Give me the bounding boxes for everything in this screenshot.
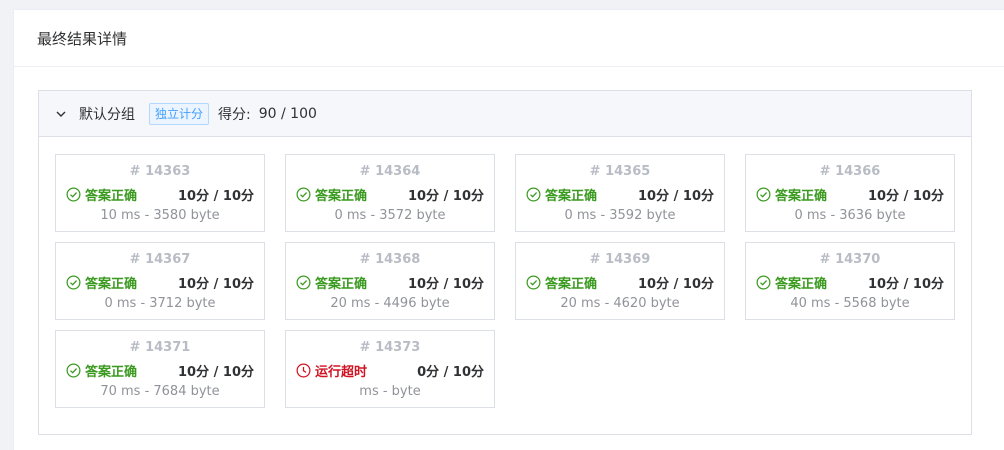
test-case-id: # 14367 xyxy=(129,252,191,267)
panel-header: 最终结果详情 xyxy=(14,10,1004,67)
chevron-down-icon[interactable] xyxy=(54,107,68,121)
test-case-meta: 20 ms - 4496 byte xyxy=(330,296,450,311)
test-case-card: # 14368 答案正确 10分 / 10分 20 ms - 4496 byte xyxy=(285,242,495,320)
test-case-id: # 14371 xyxy=(129,340,191,355)
check-circle-icon xyxy=(66,187,81,202)
test-case-status: 答案正确 xyxy=(296,185,367,204)
test-case-status: 答案正确 xyxy=(526,185,597,204)
test-case-id: # 14363 xyxy=(129,164,191,179)
test-case-status: 答案正确 xyxy=(66,185,137,204)
test-case-card: # 14365 答案正确 10分 / 10分 0 ms - 3592 byte xyxy=(515,154,725,232)
score-label: 得分: xyxy=(218,106,251,123)
test-case-status-label: 答案正确 xyxy=(85,277,138,292)
test-case-card: # 14364 答案正确 10分 / 10分 0 ms - 3572 byte xyxy=(285,154,495,232)
group-name: 默认分组 xyxy=(79,106,135,123)
test-case-status: 答案正确 xyxy=(66,273,137,292)
test-case-score: 10分 / 10分 xyxy=(868,277,944,292)
test-case-meta: 0 ms - 3636 byte xyxy=(794,208,906,223)
test-case-meta: 0 ms - 3572 byte xyxy=(334,208,446,223)
test-case-card: # 14371 答案正确 10分 / 10分 70 ms - 7684 byte xyxy=(55,330,265,408)
test-case-card: # 14367 答案正确 10分 / 10分 0 ms - 3712 byte xyxy=(55,242,265,320)
test-case-score: 10分 / 10分 xyxy=(638,277,714,292)
test-case-status-label: 答案正确 xyxy=(545,189,598,204)
check-circle-icon xyxy=(756,187,771,202)
test-case-status: 答案正确 xyxy=(526,273,597,292)
test-case-status-label: 答案正确 xyxy=(85,365,138,380)
test-case-status: 答案正确 xyxy=(296,273,367,292)
check-circle-icon xyxy=(66,363,81,378)
test-case-card: # 14370 答案正确 10分 / 10分 40 ms - 5568 byte xyxy=(745,242,955,320)
test-case-meta: 70 ms - 7684 byte xyxy=(100,384,220,399)
test-case-meta: 40 ms - 5568 byte xyxy=(790,296,910,311)
test-case-id: # 14369 xyxy=(589,252,651,267)
test-case-card: # 14363 答案正确 10分 / 10分 10 ms - 3580 byte xyxy=(55,154,265,232)
group-collapse: 默认分组 独立计分 得分: 90 / 100 # 14363 答案正确 10分 / … xyxy=(38,90,972,435)
test-case-score: 10分 / 10分 xyxy=(638,189,714,204)
test-case-score: 0分 / 10分 xyxy=(417,365,484,380)
test-case-meta: 0 ms - 3712 byte xyxy=(104,296,216,311)
test-case-status-label: 答案正确 xyxy=(315,277,368,292)
test-case-status-label: 答案正确 xyxy=(545,277,598,292)
test-case-status: 答案正确 xyxy=(66,361,137,380)
test-case-status-label: 答案正确 xyxy=(85,189,138,204)
test-case-id: # 14368 xyxy=(359,252,421,267)
test-case-meta: 10 ms - 3580 byte xyxy=(100,208,220,223)
check-circle-icon xyxy=(296,275,311,290)
test-case-score: 10分 / 10分 xyxy=(868,189,944,204)
test-case-status-label: 答案正确 xyxy=(315,189,368,204)
test-case-card: # 14373 运行超时 0分 / 10分 ms - byte xyxy=(285,330,495,408)
test-case-score: 10分 / 10分 xyxy=(408,189,484,204)
check-circle-icon xyxy=(756,275,771,290)
test-case-score: 10分 / 10分 xyxy=(408,277,484,292)
test-case-score: 10分 / 10分 xyxy=(178,277,254,292)
test-case-status-label: 答案正确 xyxy=(775,189,828,204)
scoring-mode-tag: 独立计分 xyxy=(149,102,210,125)
test-case-status: 答案正确 xyxy=(756,273,827,292)
test-case-meta: 20 ms - 4620 byte xyxy=(560,296,680,311)
test-case-meta: ms - byte xyxy=(359,384,421,399)
score-value: 90 / 100 xyxy=(258,105,317,122)
check-circle-icon xyxy=(526,187,541,202)
test-case-score: 10分 / 10分 xyxy=(178,189,254,204)
test-case-status: 运行超时 xyxy=(296,361,367,380)
test-case-id: # 14365 xyxy=(589,164,651,179)
test-case-status-label: 运行超时 xyxy=(315,365,368,380)
test-case-id: # 14373 xyxy=(359,340,421,355)
test-case-status-label: 答案正确 xyxy=(775,277,828,292)
check-circle-icon xyxy=(66,275,81,290)
test-case-id: # 14370 xyxy=(819,252,881,267)
test-case-id: # 14364 xyxy=(359,164,421,179)
test-case-status: 答案正确 xyxy=(756,185,827,204)
test-case-score: 10分 / 10分 xyxy=(178,365,254,380)
test-case-id: # 14366 xyxy=(819,164,881,179)
panel-title: 最终结果详情 xyxy=(37,29,128,48)
check-circle-icon xyxy=(526,275,541,290)
result-panel: 最终结果详情 默认分组 独立计分 得分: 90 / 100 # 14363 答案正… xyxy=(13,9,1004,450)
test-case-card: # 14366 答案正确 10分 / 10分 0 ms - 3636 byte xyxy=(745,154,955,232)
clock-icon xyxy=(296,363,311,378)
test-case-card: # 14369 答案正确 10分 / 10分 20 ms - 4620 byte xyxy=(515,242,725,320)
check-circle-icon xyxy=(296,187,311,202)
test-case-meta: 0 ms - 3592 byte xyxy=(564,208,676,223)
group-header[interactable]: 默认分组 独立计分 得分: 90 / 100 xyxy=(39,91,971,137)
